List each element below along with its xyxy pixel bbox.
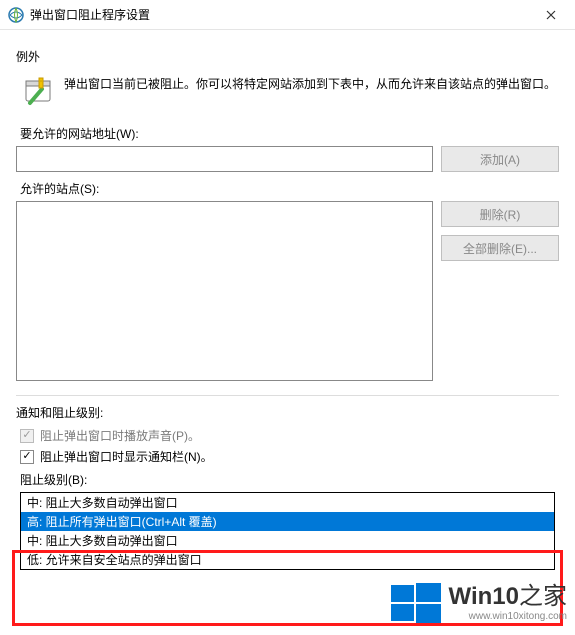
sound-label: 阻止弹出窗口时播放声音(P)。 [40, 427, 200, 444]
window-title: 弹出窗口阻止程序设置 [30, 6, 531, 23]
info-row: 弹出窗口当前已被阻止。你可以将特定网站添加到下表中，从而允许来自该站点的弹出窗口… [16, 71, 559, 119]
notify-heading: 通知和阻止级别: [16, 404, 559, 421]
notifybar-checkbox[interactable] [20, 450, 34, 464]
address-input[interactable] [16, 146, 433, 172]
notifybar-label: 阻止弹出窗口时显示通知栏(N)。 [40, 448, 213, 465]
titlebar: 弹出窗口阻止程序设置 [0, 0, 575, 30]
watermark: Win10之家 www.win10xitong.com [389, 581, 567, 625]
app-icon [8, 7, 24, 23]
block-level-label: 阻止级别(B): [20, 471, 559, 488]
info-text: 弹出窗口当前已被阻止。你可以将特定网站添加到下表中，从而允许来自该站点的弹出窗口… [64, 75, 556, 93]
windows-logo-icon [389, 581, 443, 625]
add-button[interactable]: 添加(A) [441, 146, 559, 172]
block-level-option[interactable]: 中: 阻止大多数自动弹出窗口 [21, 493, 554, 512]
allowed-sites-label: 允许的站点(S): [20, 180, 559, 197]
remove-all-button[interactable]: 全部删除(E)... [441, 235, 559, 261]
watermark-brand: Win10之家 [449, 585, 567, 609]
block-level-option[interactable]: 低: 允许来自安全站点的弹出窗口 [21, 550, 554, 569]
info-icon [22, 75, 54, 107]
block-level-option[interactable]: 中: 阻止大多数自动弹出窗口 [21, 531, 554, 550]
block-level-dropdown[interactable]: 中: 阻止大多数自动弹出窗口高: 阻止所有弹出窗口(Ctrl+Alt 覆盖)中:… [20, 492, 555, 570]
remove-button[interactable]: 删除(R) [441, 201, 559, 227]
address-label: 要允许的网站地址(W): [20, 125, 559, 142]
close-button[interactable] [531, 0, 571, 30]
sound-checkbox [20, 429, 34, 443]
exceptions-heading: 例外 [16, 48, 559, 65]
notifybar-checkbox-row[interactable]: 阻止弹出窗口时显示通知栏(N)。 [20, 448, 559, 465]
close-icon [546, 10, 556, 20]
dialog-content: 例外 弹出窗口当前已被阻止。你可以将特定网站添加到下表中，从而允许来自该站点的弹… [0, 30, 575, 570]
block-level-option[interactable]: 高: 阻止所有弹出窗口(Ctrl+Alt 覆盖) [21, 512, 554, 531]
allowed-sites-listbox[interactable] [16, 201, 433, 381]
sound-checkbox-row: 阻止弹出窗口时播放声音(P)。 [20, 427, 559, 444]
separator [16, 395, 559, 396]
watermark-url: www.win10xitong.com [449, 611, 567, 622]
